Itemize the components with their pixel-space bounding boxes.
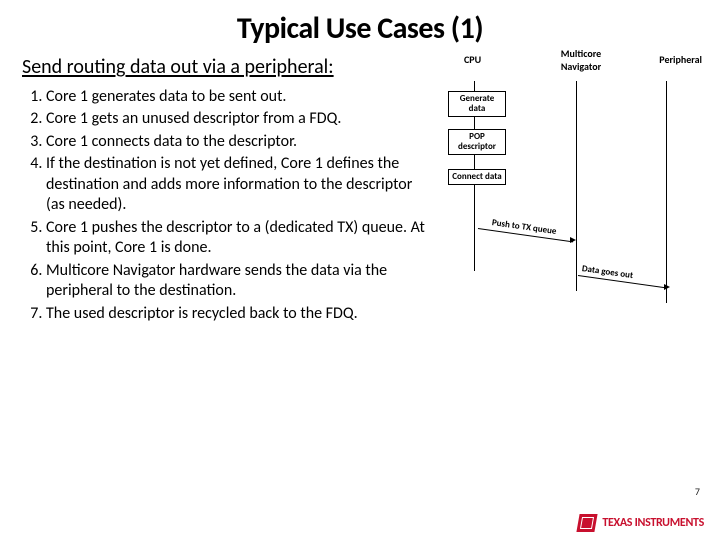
steps-column: Core 1 generates data to be sent out. Co… bbox=[22, 87, 434, 487]
ti-logo-text: TEXAS INSTRUMENTS bbox=[602, 516, 704, 530]
column-label-peripheral: Peripheral bbox=[659, 53, 702, 66]
list-item: Core 1 pushes the descriptor to a (dedic… bbox=[46, 218, 434, 259]
sequence-diagram: CPU MulticoreNavigator Peripheral Genera… bbox=[442, 87, 698, 487]
column-label-navigator: MulticoreNavigator bbox=[546, 47, 616, 73]
footer: TEXAS INSTRUMENTS bbox=[578, 514, 704, 532]
box-connect-data: Connect data bbox=[448, 169, 506, 185]
column-label-cpu: CPU bbox=[464, 53, 481, 66]
list-item: Core 1 gets an unused descriptor from a … bbox=[46, 109, 434, 129]
list-item: Core 1 generates data to be sent out. bbox=[46, 87, 434, 107]
lifeline-navigator bbox=[576, 81, 577, 291]
arrow-push-head bbox=[570, 237, 576, 243]
box-pop-descriptor: POPdescriptor bbox=[448, 129, 506, 155]
box-generate-data: Generatedata bbox=[448, 91, 506, 117]
lifeline-peripheral bbox=[666, 81, 667, 303]
slide: Typical Use Cases (1) Send routing data … bbox=[0, 0, 720, 540]
page-number: 7 bbox=[695, 485, 700, 498]
steps-list: Core 1 generates data to be sent out. Co… bbox=[22, 87, 434, 324]
list-item: If the destination is not yet defined, C… bbox=[46, 154, 434, 215]
ti-logo: TEXAS INSTRUMENTS bbox=[578, 514, 704, 532]
ti-logo-icon bbox=[577, 514, 598, 532]
arrow-out-head bbox=[664, 284, 670, 290]
list-item: Multicore Navigator hardware sends the d… bbox=[46, 261, 434, 302]
list-item: Core 1 connects data to the descriptor. bbox=[46, 132, 434, 152]
page-title: Typical Use Cases (1) bbox=[22, 10, 698, 47]
list-item: The used descriptor is recycled back to … bbox=[46, 304, 434, 324]
content-row: Core 1 generates data to be sent out. Co… bbox=[22, 87, 698, 487]
